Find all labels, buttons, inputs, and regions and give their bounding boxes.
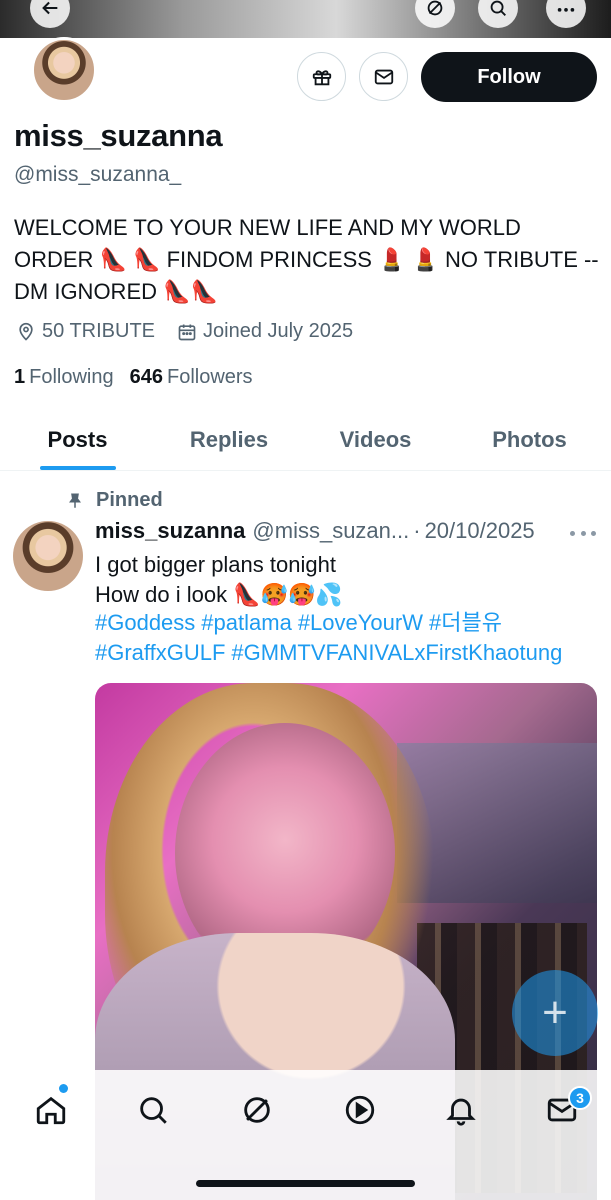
hashtag-link[interactable]: #LoveYourW [298,610,423,635]
home-unread-dot [59,1084,68,1093]
bell-icon [446,1098,476,1126]
hashtag-link[interactable]: #GraffxGULF [95,640,225,665]
grok-button[interactable] [415,0,455,28]
search-icon [140,1097,167,1124]
location-text: 50 TRIBUTE [42,320,155,342]
followers-link[interactable]: 646 Followers [130,366,253,389]
tab-posts[interactable]: Posts [0,410,155,470]
home-indicator[interactable] [196,1180,415,1187]
nav-grok[interactable] [237,1090,277,1130]
hashtag-link[interactable]: #더블유 [429,610,502,635]
profile-bio: WELCOME TO YOUR NEW LIFE AND MY WORLD OR… [14,215,599,304]
profile-handle: @miss_suzanna_ [14,163,182,186]
follow-button[interactable]: Follow [421,52,597,102]
video-icon [345,1095,375,1125]
post-avatar[interactable] [13,521,83,591]
post-text-line: How do i look 👠🥵🥵💦 [95,582,343,607]
pin-icon [69,493,81,508]
post-text-line: I got bigger plans tonight [95,552,336,577]
grok-icon [427,0,443,16]
tab-videos[interactable]: Videos [303,410,448,470]
joined-item: Joined July 2025 [177,320,353,343]
profile-avatar[interactable] [31,37,97,103]
location-pin-icon [19,322,33,341]
search-icon [490,0,506,16]
post-hashtags: #Goddess #patlama #LoveYourW #더블유 #GraffxGU… [95,608,605,668]
post-date[interactable]: 20/10/2025 [425,518,535,544]
post-text: I got bigger plans tonight How do i look… [95,550,605,610]
profile-tabs: Posts Replies Videos Photos [0,410,611,471]
location-item: 50 TRIBUTE [16,320,155,343]
post-header: miss_suzanna @miss_suzan... · 20/10/2025 [95,518,535,544]
calendar-icon [178,324,196,340]
more-icon [557,8,575,12]
profile-meta: 50 TRIBUTE Joined July 2025 [16,320,375,343]
display-name: miss_suzanna [14,118,223,153]
post-author-handle[interactable]: @miss_suzan... [252,518,409,544]
post-author-name[interactable]: miss_suzanna [95,518,245,544]
message-button[interactable] [359,52,408,101]
nav-video[interactable] [340,1090,380,1130]
envelope-icon [374,69,393,84]
more-options-button[interactable] [546,0,586,28]
messages-badge: 3 [568,1086,592,1110]
tab-replies[interactable]: Replies [155,410,303,470]
pinned-label: Pinned [66,489,163,512]
profile-banner[interactable] [0,0,611,38]
separator: · [413,518,421,543]
search-button[interactable] [478,0,518,28]
back-arrow-icon [42,1,58,15]
grok-icon [244,1097,270,1123]
back-button[interactable] [30,0,70,28]
follow-counts: 1 Following 646 Followers [14,366,269,389]
nav-notifications[interactable] [441,1090,481,1130]
nav-home[interactable] [31,1090,71,1130]
following-link[interactable]: 1 Following [14,366,114,389]
hashtag-link[interactable]: #GMMTVFANIVALxFirstKhaotung [231,640,562,665]
hashtag-link[interactable]: #Goddess [95,610,195,635]
hashtag-link[interactable]: #patlama [201,610,292,635]
tab-photos[interactable]: Photos [448,410,611,470]
nav-search[interactable] [133,1090,173,1130]
gift-button[interactable] [297,52,346,101]
compose-fab[interactable]: + [512,970,598,1056]
post-more-icon[interactable] [570,523,596,543]
joined-text: Joined July 2025 [203,320,354,342]
home-icon [36,1096,66,1125]
gift-icon [312,69,331,85]
